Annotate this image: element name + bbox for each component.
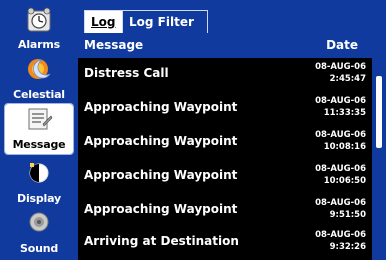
alarm-clock-icon — [25, 6, 53, 32]
row-date-day: 08-AUG-06 — [315, 164, 366, 174]
sidebar-item-label: Sound — [19, 242, 59, 255]
table-row[interactable]: Approaching Waypoint 08-AUG-06 9:51:50 — [78, 194, 372, 226]
display-contrast-icon — [25, 160, 53, 186]
row-date: 08-AUG-06 9:51:50 — [312, 197, 366, 221]
sidebar-item-label: Display — [17, 192, 61, 205]
sidebar-item-message[interactable]: Message — [4, 103, 74, 155]
row-date: 08-AUG-06 2:45:47 — [312, 61, 366, 85]
sidebar-item-display[interactable]: Display — [5, 158, 73, 208]
message-log-icon — [25, 106, 53, 132]
tab-bar: Log Log Filter — [84, 10, 380, 34]
row-date: 08-AUG-06 9:32:26 — [312, 229, 366, 253]
row-date-day: 08-AUG-06 — [315, 230, 366, 240]
row-date: 08-AUG-06 10:08:16 — [312, 129, 366, 153]
row-message: Approaching Waypoint — [84, 134, 238, 148]
table-row[interactable]: Approaching Waypoint 08-AUG-06 10:08:16 — [78, 126, 372, 158]
speaker-icon — [25, 210, 53, 236]
sidebar-item-label: Message — [12, 138, 66, 151]
row-date-time: 9:51:50 — [329, 210, 366, 220]
row-message: Approaching Waypoint — [84, 202, 238, 216]
sidebar-item-label: Celestial — [13, 88, 65, 101]
table-row[interactable]: Approaching Waypoint 08-AUG-06 11:33:35 — [78, 92, 372, 124]
row-date-day: 08-AUG-06 — [315, 198, 366, 208]
sidebar-item-celestial[interactable]: Celestial — [5, 54, 73, 104]
row-date: 08-AUG-06 11:33:35 — [312, 95, 366, 119]
sidebar-item-label: Alarms — [18, 38, 60, 51]
row-date-time: 2:45:47 — [329, 74, 366, 84]
scrollbar-thumb[interactable] — [376, 76, 382, 148]
table-header: Message Date — [84, 36, 380, 56]
table-row[interactable]: Approaching Waypoint 08-AUG-06 10:06:50 — [78, 160, 372, 192]
tab-log-filter[interactable]: Log Filter — [122, 10, 208, 33]
row-date-day: 08-AUG-06 — [315, 62, 366, 72]
message-list[interactable]: Distress Call 08-AUG-06 2:45:47 Approach… — [78, 58, 372, 260]
tab-log[interactable]: Log — [84, 10, 124, 33]
row-date-time: 10:06:50 — [323, 176, 366, 186]
scrollbar[interactable] — [374, 58, 384, 260]
row-message: Arriving at Destination — [84, 234, 239, 248]
sidebar: Alarms Celestial Message Display Sound — [0, 0, 78, 260]
row-date: 08-AUG-06 10:06:50 — [312, 163, 366, 187]
row-date-time: 9:32:26 — [329, 242, 366, 252]
row-date-time: 11:33:35 — [323, 108, 366, 118]
sidebar-item-sound[interactable]: Sound — [5, 208, 73, 258]
table-row[interactable]: Distress Call 08-AUG-06 2:45:47 — [78, 58, 372, 90]
row-message: Distress Call — [84, 66, 169, 80]
column-header-date: Date — [326, 38, 358, 52]
row-message: Approaching Waypoint — [84, 100, 238, 114]
sun-moon-icon — [25, 56, 53, 82]
table-row[interactable]: Arriving at Destination 08-AUG-06 9:32:2… — [78, 226, 372, 258]
message-log-screen: Alarms Celestial Message Display Sound L… — [0, 0, 386, 260]
row-date-day: 08-AUG-06 — [315, 130, 366, 140]
column-header-message: Message — [84, 38, 144, 52]
sidebar-item-alarms[interactable]: Alarms — [5, 4, 73, 54]
row-date-day: 08-AUG-06 — [315, 96, 366, 106]
row-date-time: 10:08:16 — [323, 142, 366, 152]
message-panel: Log Log Filter Message Date Distress Cal… — [78, 0, 386, 260]
row-message: Approaching Waypoint — [84, 168, 238, 182]
